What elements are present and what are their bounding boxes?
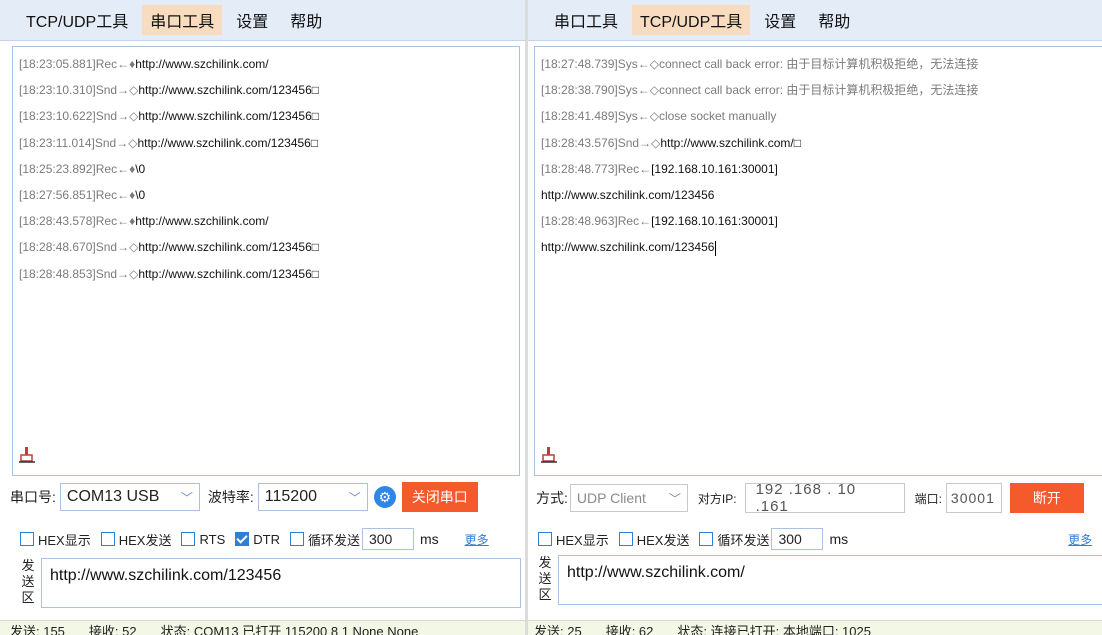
log-line: [18:28:48.670]Snd→◇http://www.szchilink.… [19, 240, 319, 255]
tcp-udp-tool-panel: 串口工具 TCP/UDP工具 设置 帮助 [18:27:48.739]Sys←◇… [528, 0, 1102, 635]
recv-count: 接收: 52 [88, 624, 137, 635]
menu-help[interactable]: 帮助 [282, 5, 330, 35]
peer-ip-label: 对方IP: [697, 491, 737, 506]
interval-input[interactable]: 300 [771, 528, 824, 550]
connection-state: 状态: 连接已打开: 本地端口: 1025 [677, 624, 871, 635]
dtr-checkbox[interactable]: DTR [235, 532, 280, 547]
serial-tool-panel: TCP/UDP工具 串口工具 设置 帮助 [18:23:05.881]Rec←♦… [0, 0, 525, 635]
status-bar: 发送: 155 接收: 52 状态: COM13 已打开 115200 8 1 … [0, 620, 525, 635]
checkbox-checked-icon [235, 532, 250, 546]
log-line: [18:28:43.576]Snd→◇http://www.szchilink.… [541, 135, 801, 150]
log-line: [18:28:48.853]Snd→◇http://www.szchilink.… [19, 266, 319, 281]
peer-ip-input[interactable]: 192 .168 . 10 .161 [744, 481, 905, 515]
port-select[interactable]: COM13 USB ﹀ [59, 483, 200, 511]
ms-label: ms [829, 531, 849, 547]
send-input[interactable]: http://www.szchilink.com/ [558, 555, 1102, 605]
network-options-row: HEX显示 HEX发送 循环发送 300 ms 更多 [538, 528, 1092, 550]
menu-bar: TCP/UDP工具 串口工具 设置 帮助 [0, 0, 525, 41]
chevron-down-icon: ﹀ [348, 490, 361, 505]
broom-icon[interactable] [19, 446, 35, 469]
recv-count: 接收: 62 [605, 624, 654, 635]
menu-settings[interactable]: 设置 [756, 5, 804, 35]
chevron-down-icon: ﹀ [180, 490, 193, 505]
menu-serial-tool[interactable]: 串口工具 [546, 5, 626, 35]
log-line: [18:23:05.881]Rec←♦http://www.szchilink.… [19, 57, 269, 71]
checkbox-icon [181, 532, 196, 546]
log-line: [18:28:43.578]Rec←♦http://www.szchilink.… [19, 214, 269, 229]
port-value: COM13 USB [66, 488, 160, 505]
gear-icon[interactable]: ⚙ [373, 486, 396, 508]
broom-icon[interactable] [541, 446, 557, 469]
mode-select[interactable]: UDP Client ﹀ [569, 484, 688, 512]
mode-value: UDP Client [576, 490, 646, 506]
checkbox-icon [100, 532, 115, 546]
checkbox-icon [618, 532, 633, 546]
disconnect-button[interactable]: 断开 [1009, 483, 1084, 513]
menu-serial-tool[interactable]: 串口工具 [142, 5, 223, 35]
menu-tcp-udp-tool[interactable]: TCP/UDP工具 [18, 5, 136, 35]
log-line: [18:28:48.963]Rec←[192.168.10.161:30001] [541, 214, 778, 229]
checkbox-icon [699, 532, 714, 546]
text-cursor [715, 240, 717, 256]
log-line: [18:23:10.310]Snd→◇http://www.szchilink.… [19, 83, 319, 98]
log-line: [18:28:48.773]Rec←[192.168.10.161:30001] [541, 161, 778, 176]
more-link[interactable]: 更多 [465, 531, 489, 548]
checkbox-icon [20, 532, 34, 546]
log-line: [18:25:23.892]Rec←♦\0 [19, 161, 146, 176]
more-link[interactable]: 更多 [1068, 531, 1092, 548]
rts-checkbox[interactable]: RTS [181, 532, 225, 547]
log-line: [18:28:38.790]Sys←◇connect call back err… [541, 83, 979, 98]
receive-log[interactable]: [18:23:05.881]Rec←♦http://www.szchilink.… [12, 46, 520, 476]
port-label: 串口号: [10, 489, 56, 505]
log-line: [18:27:56.851]Rec←♦\0 [19, 187, 146, 202]
checkbox-icon [289, 532, 304, 546]
log-line: http://www.szchilink.com/123456 [541, 240, 717, 256]
hex-display-checkbox[interactable]: HEX显示 [538, 530, 609, 549]
sent-count: 发送: 155 [10, 624, 65, 635]
menu-bar: 串口工具 TCP/UDP工具 设置 帮助 [528, 0, 1102, 41]
hex-display-checkbox[interactable]: HEX显示 [20, 530, 91, 549]
serial-options-row: HEX显示 HEX发送 RTS DTR 循环发送 300 ms 更多 [20, 528, 489, 550]
close-port-button[interactable]: 关闭串口 [401, 482, 478, 512]
log-line: [18:23:10.622]Snd→◇http://www.szchilink.… [19, 109, 319, 124]
hex-send-checkbox[interactable]: HEX发送 [618, 530, 689, 549]
ms-label: ms [419, 531, 439, 547]
loop-send-checkbox[interactable]: 循环发送 [699, 530, 769, 549]
send-input[interactable]: http://www.szchilink.com/123456 [41, 558, 521, 608]
menu-tcp-udp-tool[interactable]: TCP/UDP工具 [632, 5, 751, 35]
send-area-label: 发送区 [538, 555, 552, 602]
baud-value: 115200 [264, 488, 317, 505]
menu-help[interactable]: 帮助 [810, 5, 858, 35]
status-bar: 发送: 25 接收: 62 状态: 连接已打开: 本地端口: 1025 [528, 620, 1102, 635]
receive-log[interactable]: [18:27:48.739]Sys←◇connect call back err… [534, 46, 1102, 476]
log-line: http://www.szchilink.com/123456 [541, 187, 715, 202]
log-line: [18:27:48.739]Sys←◇connect call back err… [541, 57, 979, 71]
port-input[interactable]: 30001 [945, 483, 1002, 513]
hex-send-checkbox[interactable]: HEX发送 [100, 530, 171, 549]
log-line: [18:28:41.489]Sys←◇close socket manually [541, 109, 777, 124]
mode-label: 方式: [536, 490, 568, 506]
log-line: [18:23:11.014]Snd→◇http://www.szchilink.… [19, 135, 319, 150]
checkbox-icon [538, 532, 552, 546]
serial-config-row: 串口号: COM13 USB ﹀ 波特率: 115200 ﹀ ⚙ 关闭串口 [10, 482, 478, 512]
send-area-label: 发送区 [21, 558, 35, 605]
chevron-down-icon: ﹀ [668, 491, 681, 506]
port-label: 端口: [914, 491, 942, 506]
loop-send-checkbox[interactable]: 循环发送 [289, 530, 360, 549]
network-config-row: 方式: UDP Client ﹀ 对方IP: 192 .168 . 10 .16… [536, 481, 1084, 515]
baud-select[interactable]: 115200 ﹀ [257, 483, 368, 511]
sent-count: 发送: 25 [534, 624, 582, 635]
interval-input[interactable]: 300 [361, 528, 414, 550]
menu-settings[interactable]: 设置 [228, 5, 276, 35]
connection-state: 状态: COM13 已打开 115200 8 1 None None [160, 624, 419, 635]
baud-label: 波特率: [207, 489, 254, 505]
